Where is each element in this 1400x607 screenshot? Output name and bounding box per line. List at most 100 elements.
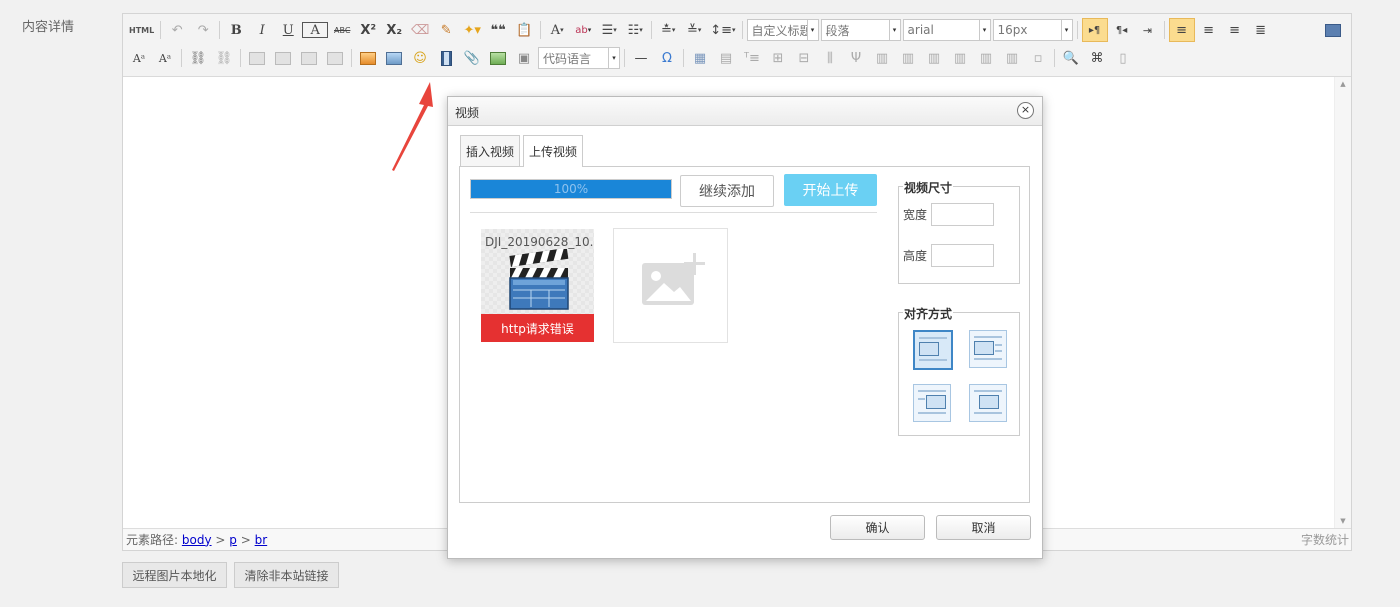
image-none-icon[interactable]	[245, 47, 269, 69]
font-decrease-icon[interactable]: Aᵃ	[153, 47, 177, 69]
multi-image-icon[interactable]	[382, 47, 406, 69]
font-border-button[interactable]: A	[302, 22, 329, 38]
picture	[979, 395, 999, 409]
image-left-icon[interactable]	[271, 47, 295, 69]
italic-button[interactable]: I	[250, 19, 274, 41]
attachment-icon[interactable]: 📎	[460, 47, 484, 69]
chart-icon[interactable]: ▫	[1026, 47, 1050, 69]
split-cols-icon[interactable]: ▥	[1000, 47, 1024, 69]
font-size-select[interactable]: 16px ▾	[992, 19, 1073, 41]
line-height-icon[interactable]: ↕≡ ▾	[708, 19, 737, 41]
scroll-down-icon[interactable]: ▼	[1335, 514, 1351, 528]
format-brush-icon[interactable]: ✎	[434, 19, 458, 41]
align-center-option[interactable]	[969, 384, 1007, 422]
align-left-option[interactable]	[969, 330, 1007, 368]
highlight-button[interactable]: ab ▾	[571, 19, 595, 41]
merge-down-icon[interactable]: ▥	[922, 47, 946, 69]
horizontal-rule-button[interactable]: —	[629, 47, 653, 69]
align-center-icon[interactable]: ≡	[1197, 19, 1221, 41]
code-icon[interactable]: ▣	[512, 47, 536, 69]
cancel-button[interactable]: 取消	[936, 515, 1031, 540]
custom-heading-select[interactable]: 自定义标题 ▾	[746, 19, 819, 41]
redo-icon[interactable]: ↷	[191, 19, 215, 41]
scroll-up-icon[interactable]: ▲	[1335, 77, 1351, 91]
confirm-button[interactable]: 确认	[830, 515, 925, 540]
picture	[974, 341, 994, 355]
code-language-select[interactable]: 代码语言 ▾	[538, 47, 620, 69]
insert-title-row-icon[interactable]: ᵀ≡	[740, 47, 764, 69]
editor-scrollbar[interactable]: ▲ ▼	[1334, 77, 1351, 528]
bold-button[interactable]: B	[224, 19, 248, 41]
start-upload-button[interactable]: 开始上传	[784, 174, 877, 206]
font-increase-icon[interactable]: Aᵃ	[127, 47, 151, 69]
align-justify-icon[interactable]: ≣	[1249, 19, 1273, 41]
auto-format-icon[interactable]: ✦▾	[460, 19, 484, 41]
font-size-value: 16px	[997, 23, 1028, 37]
superscript-button[interactable]: X²	[356, 19, 380, 41]
align-none-option[interactable]	[913, 330, 953, 370]
paste-plain-icon[interactable]: 📋	[512, 19, 536, 41]
height-input[interactable]	[931, 244, 995, 267]
fullscreen-icon[interactable]	[1321, 19, 1345, 41]
clear-external-links-button[interactable]: 清除非本站链接	[234, 562, 339, 588]
tab-insert-video[interactable]: 插入视频	[460, 135, 520, 166]
preview-icon[interactable]: ⌘	[1085, 47, 1109, 69]
search-replace-icon[interactable]: 🔍	[1059, 47, 1083, 69]
insert-col-icon[interactable]: ⫼	[818, 47, 842, 69]
undo-icon[interactable]: ↶	[165, 19, 189, 41]
delete-col-icon[interactable]: Ψ	[844, 47, 868, 69]
video-clapperboard-icon	[509, 249, 569, 310]
remote-image-localize-button[interactable]: 远程图片本地化	[122, 562, 227, 588]
indent-icon[interactable]: ⇥	[1136, 19, 1160, 41]
image-right-icon[interactable]	[297, 47, 321, 69]
rtl-direction-icon[interactable]: ¶◂	[1110, 19, 1134, 41]
path-link-p[interactable]: p	[229, 533, 237, 547]
ordered-list-icon[interactable]: ☰ ▾	[597, 19, 621, 41]
insert-paragraph-table-icon[interactable]: ⊞	[766, 47, 790, 69]
insert-row-icon[interactable]: ▤	[714, 47, 738, 69]
strikethrough-button[interactable]: ABC	[330, 19, 354, 41]
link-icon[interactable]: ⛓	[186, 47, 210, 69]
merge-right-icon[interactable]: ▥	[896, 47, 920, 69]
insert-table-icon[interactable]: ▦	[688, 47, 712, 69]
drafts-icon[interactable]: ▯	[1111, 47, 1135, 69]
subscript-button[interactable]: X₂	[382, 19, 406, 41]
insert-video-icon[interactable]	[434, 47, 458, 69]
paragraph-select[interactable]: 段落 ▾	[820, 19, 901, 41]
line	[918, 398, 925, 400]
emoticon-icon[interactable]: ☺	[408, 47, 432, 69]
blockquote-button[interactable]: ❝❝	[486, 19, 510, 41]
insert-image-icon[interactable]	[356, 47, 380, 69]
ltr-direction-icon[interactable]: ▸¶	[1081, 18, 1108, 42]
delete-row-icon[interactable]: ⊟	[792, 47, 816, 69]
unlink-icon[interactable]: ⛓	[212, 47, 236, 69]
width-input[interactable]	[931, 203, 995, 226]
separator	[240, 49, 241, 67]
row-spacing-top-icon[interactable]: ≛ ▾	[656, 19, 680, 41]
add-file-placeholder[interactable]	[613, 228, 728, 343]
continue-add-button[interactable]: 继续添加	[680, 175, 774, 207]
element-path-label: 元素路径:	[126, 533, 179, 547]
close-icon[interactable]: ×	[1017, 102, 1034, 119]
underline-button[interactable]: U	[276, 19, 300, 41]
font-color-button[interactable]: A ▾	[545, 19, 569, 41]
upload-file-item[interactable]: DJI_20190628_10... http请求错误	[481, 229, 594, 342]
alignment-legend: 对齐方式	[903, 305, 954, 322]
tab-upload-video[interactable]: 上传视频	[523, 135, 583, 167]
map-icon[interactable]	[486, 47, 510, 69]
eraser-icon[interactable]: ⌫	[408, 19, 432, 41]
special-chars-button[interactable]: Ω	[655, 47, 679, 69]
font-family-select[interactable]: arial ▾	[902, 19, 991, 41]
row-spacing-bottom-icon[interactable]: ≚ ▾	[682, 19, 706, 41]
path-link-body[interactable]: body	[182, 533, 212, 547]
split-rows-icon[interactable]: ▥	[974, 47, 998, 69]
path-link-br[interactable]: br	[255, 533, 268, 547]
align-right-icon[interactable]: ≡	[1223, 19, 1247, 41]
unordered-list-icon[interactable]: ☷ ▾	[623, 19, 647, 41]
source-html-button[interactable]: HTML	[127, 19, 156, 41]
split-cells-icon[interactable]: ▥	[948, 47, 972, 69]
align-left-icon[interactable]: ≡	[1168, 18, 1195, 42]
image-center-icon[interactable]	[323, 47, 347, 69]
merge-cells-icon[interactable]: ▥	[870, 47, 894, 69]
align-right-option[interactable]	[913, 384, 951, 422]
